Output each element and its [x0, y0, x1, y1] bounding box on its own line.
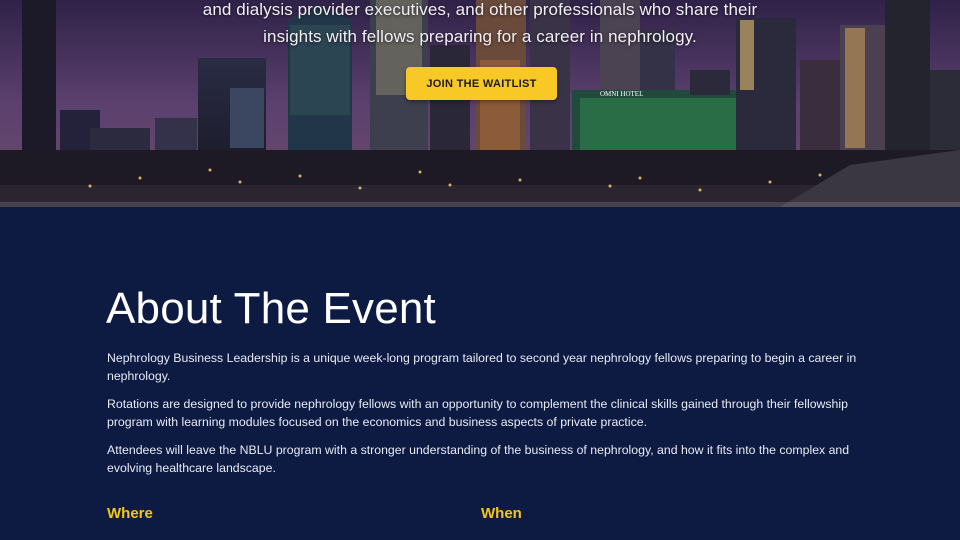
about-section: About The Event Nephrology Business Lead…: [0, 207, 960, 540]
hero-banner: OMNI HOTEL and dialysis provider executi…: [0, 0, 960, 207]
when-heading: When: [481, 505, 522, 522]
about-paragraph-2: Rotations are designed to provide nephro…: [107, 397, 848, 429]
about-paragraph-3: Attendees will leave the NBLU program wi…: [107, 443, 850, 475]
hero-text-line-2: insights with fellows preparing for a ca…: [263, 27, 697, 46]
join-waitlist-button[interactable]: JOIN THE WAITLIST: [406, 67, 557, 100]
hotel-sign: OMNI HOTEL: [600, 90, 643, 98]
hero-text-line-1: and dialysis provider executives, and ot…: [202, 0, 758, 19]
where-heading: Where: [107, 505, 153, 522]
about-paragraph-1: Nephrology Business Leadership is a uniq…: [107, 351, 857, 383]
about-title: About The Event: [106, 284, 436, 333]
